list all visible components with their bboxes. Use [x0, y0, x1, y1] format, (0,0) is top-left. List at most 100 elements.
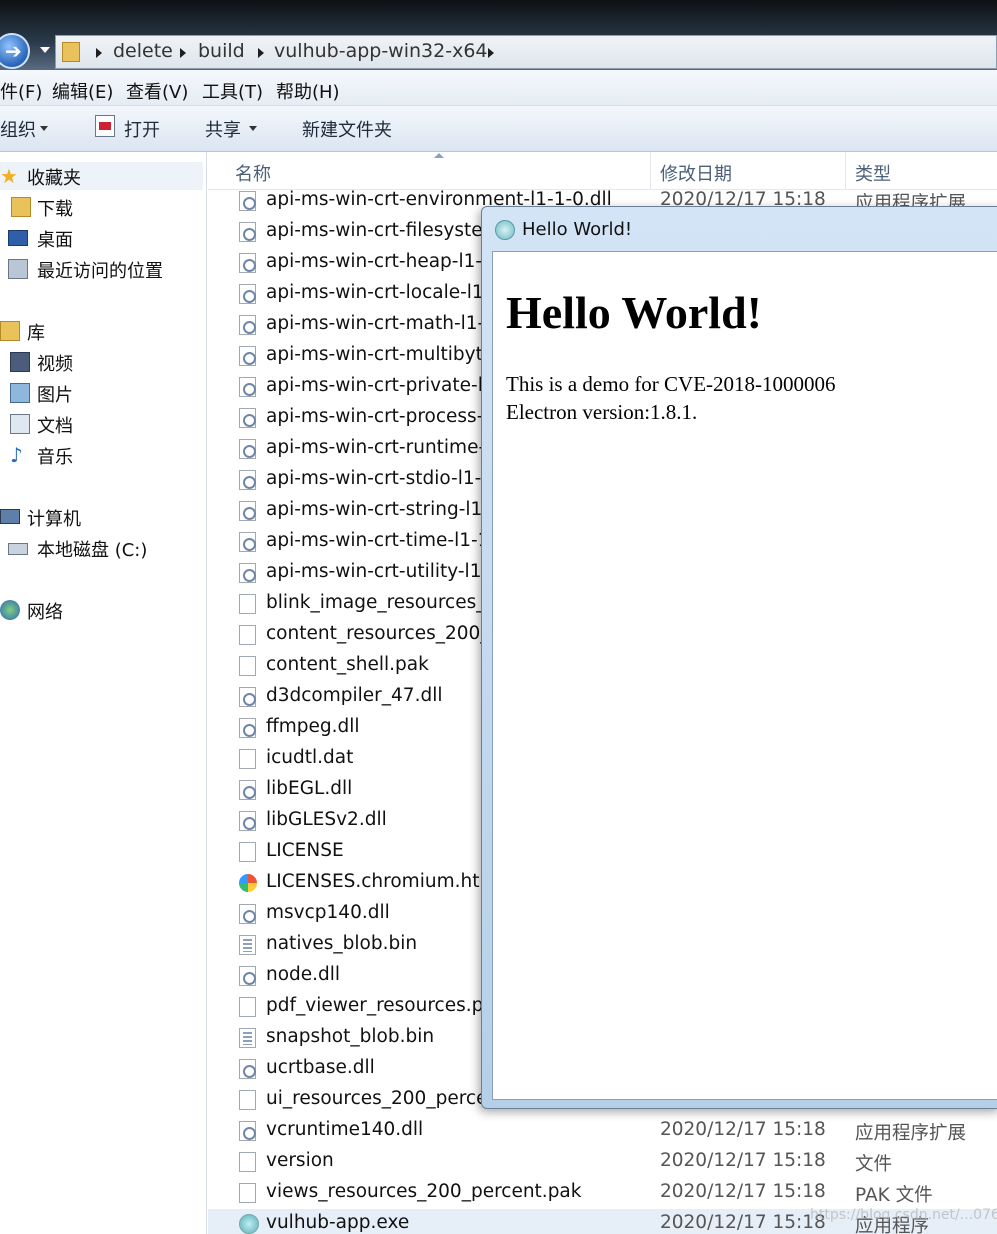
- open-button[interactable]: 打开: [124, 116, 160, 142]
- app-window[interactable]: Hello World! Hello World! This is a demo…: [481, 206, 997, 1109]
- dll-file-icon: [239, 718, 256, 738]
- file-name: d3dcompiler_47.dll: [266, 685, 443, 706]
- file-date: 2020/12/17 15:18: [660, 1150, 826, 1171]
- menu-edit[interactable]: 编辑(E): [52, 78, 113, 104]
- dll-file-icon: [239, 222, 256, 242]
- column-divider[interactable]: [845, 152, 846, 190]
- file-name: content_resources_200_p: [266, 623, 502, 644]
- drive-icon: [8, 543, 28, 555]
- column-header-date[interactable]: 修改日期: [660, 160, 732, 186]
- dll-file-icon: [239, 253, 256, 273]
- libraries-icon: [0, 321, 20, 341]
- sidebar-item-label: 最近访问的位置: [37, 261, 163, 282]
- organize-button[interactable]: 组织: [0, 116, 36, 142]
- sidebar-item-music[interactable]: ♪ 音乐: [0, 441, 203, 469]
- dll-file-icon: [239, 966, 256, 986]
- file-name: views_resources_200_percent.pak: [266, 1181, 582, 1202]
- sidebar-item-computer[interactable]: 计算机: [0, 503, 203, 531]
- app-window-content: Hello World! This is a demo for CVE-2018…: [492, 251, 997, 1100]
- dll-file-icon: [239, 377, 256, 397]
- command-toolbar: 组织 打开 共享 新建文件夹: [0, 106, 997, 152]
- chevron-right-icon[interactable]: [96, 48, 102, 58]
- sidebar-item-recent[interactable]: 最近访问的位置: [0, 255, 203, 283]
- music-note-icon: ♪: [10, 443, 23, 467]
- chromium-html-icon: [239, 874, 257, 892]
- dll-file-icon: [239, 284, 256, 304]
- file-name: vulhub-app.exe: [266, 1212, 410, 1233]
- dll-file-icon: [239, 687, 256, 707]
- sidebar-item-downloads[interactable]: 下载: [0, 193, 203, 221]
- menu-bar: 件(F) 编辑(E) 查看(V) 工具(T) 帮助(H): [0, 70, 997, 106]
- file-name: pdf_viewer_resources.pak: [266, 995, 506, 1016]
- sidebar-item-local-disk[interactable]: 本地磁盘 (C:): [0, 534, 203, 562]
- menu-view[interactable]: 查看(V): [126, 78, 188, 104]
- history-dropdown-icon[interactable]: [40, 47, 50, 53]
- file-file-icon: [239, 842, 256, 862]
- sidebar-item-network[interactable]: 网络: [0, 596, 203, 624]
- sidebar-item-label: 视频: [37, 354, 73, 375]
- dll-file-icon: [239, 811, 256, 831]
- file-file-icon: [239, 1183, 256, 1203]
- dll-file-icon: [239, 904, 256, 924]
- file-type: 文件: [855, 1154, 893, 1175]
- window-title: Hello World!: [522, 219, 633, 240]
- dll-file-icon: [239, 346, 256, 366]
- file-date: 2020/12/17 15:18: [660, 1119, 826, 1140]
- sidebar-item-desktop[interactable]: 桌面: [0, 224, 203, 252]
- sidebar-item-favorites[interactable]: ★ 收藏夹: [0, 162, 203, 190]
- computer-icon: [0, 509, 20, 524]
- breadcrumb-build[interactable]: build: [198, 40, 245, 62]
- dll-file-icon: [239, 439, 256, 459]
- demo-description: This is a demo for CVE-2018-1000006: [506, 372, 836, 396]
- file-name: api-ms-win-crt-math-l1-: [266, 313, 485, 334]
- breadcrumb-delete[interactable]: delete: [113, 40, 173, 62]
- file-name: api-ms-win-crt-utility-l1-: [266, 561, 489, 582]
- chevron-right-icon[interactable]: [488, 48, 494, 58]
- column-header-type[interactable]: 类型: [855, 160, 891, 186]
- file-name: api-ms-win-crt-string-l1-: [266, 499, 489, 520]
- table-row[interactable]: vcruntime140.dll 2020/12/17 15:18 应用程序扩展: [208, 1116, 997, 1147]
- table-row[interactable]: version 2020/12/17 15:18 文件: [208, 1147, 997, 1178]
- file-file-icon: [239, 594, 256, 614]
- sort-ascending-icon: [434, 153, 444, 158]
- sidebar-item-label: 库: [27, 323, 45, 344]
- dll-file-icon: [239, 501, 256, 521]
- address-field[interactable]: delete build vulhub-app-win32-x64: [55, 35, 997, 69]
- column-header-name[interactable]: 名称: [235, 160, 271, 186]
- file-date: 2020/12/17 15:18: [660, 1181, 826, 1202]
- file-name: libEGL.dll: [266, 778, 353, 799]
- file-name: api-ms-win-crt-filesyster: [266, 220, 491, 241]
- sidebar-item-libraries[interactable]: 库: [0, 317, 203, 345]
- sidebar-item-videos[interactable]: 视频: [0, 348, 203, 376]
- chevron-right-icon[interactable]: [258, 48, 264, 58]
- recent-places-icon: [8, 259, 28, 279]
- dll-file-icon: [239, 1059, 256, 1079]
- back-button[interactable]: ➔: [0, 33, 30, 69]
- table-row[interactable]: views_resources_200_percent.pak 2020/12/1…: [208, 1178, 997, 1209]
- sidebar-item-label: 桌面: [37, 230, 73, 251]
- chevron-right-icon[interactable]: [180, 48, 186, 58]
- column-divider[interactable]: [650, 152, 651, 190]
- file-name: api-ms-win-crt-time-l1-1: [266, 530, 490, 551]
- sidebar-item-documents[interactable]: 文档: [0, 410, 203, 438]
- star-icon: ★: [0, 164, 18, 188]
- breadcrumb-vulhub-app-win32-x64[interactable]: vulhub-app-win32-x64: [274, 40, 488, 62]
- sidebar-item-pictures[interactable]: 图片: [0, 379, 203, 407]
- dll-file-icon: [239, 1121, 256, 1141]
- sidebar-item-label: 音乐: [37, 447, 73, 468]
- share-button[interactable]: 共享: [205, 116, 241, 142]
- menu-file[interactable]: 件(F): [0, 78, 42, 104]
- menu-help[interactable]: 帮助(H): [276, 78, 340, 104]
- menu-tools[interactable]: 工具(T): [202, 78, 263, 104]
- downloads-folder-icon: [11, 197, 31, 217]
- file-name: ucrtbase.dll: [266, 1057, 375, 1078]
- file-file-icon: [239, 997, 256, 1017]
- file-type: PAK 文件: [855, 1185, 933, 1206]
- video-icon: [10, 352, 30, 372]
- dll-file-icon: [239, 191, 256, 211]
- folder-icon: [62, 42, 80, 62]
- new-folder-button[interactable]: 新建文件夹: [302, 116, 392, 142]
- dll-file-icon: [239, 780, 256, 800]
- bin-file-icon: [239, 935, 256, 955]
- dll-file-icon: [239, 563, 256, 583]
